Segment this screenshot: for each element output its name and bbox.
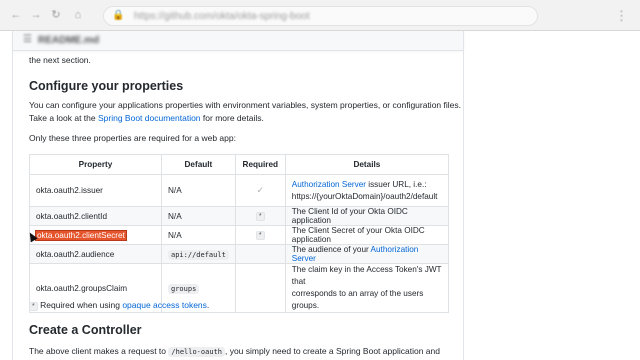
details-text-line2: corresponds to an array of the users gro… <box>291 289 424 310</box>
details-text: The audience of your <box>291 245 371 254</box>
asterisk-badge: * <box>255 212 265 221</box>
browser-toolbar: ← → ↻ ⌂ 🔒 https://github.com/okta/okta-s… <box>0 0 640 31</box>
required-cell <box>234 263 286 313</box>
asterisk-badge: * <box>255 231 265 240</box>
required-cell: ✓ <box>234 174 286 207</box>
lock-icon: 🔒 <box>112 10 125 21</box>
details-cell: The Client Secret of your Okta OIDC appl… <box>284 225 450 245</box>
selected-text[interactable]: okta.oauth2.clientSecret <box>35 229 127 241</box>
required-intro: Only these three properties are required… <box>29 133 236 143</box>
footnote: * Required when using opaque access toke… <box>29 299 209 312</box>
controller-text-2: , you simply need to create a Spring Boo… <box>224 346 440 356</box>
address-bar[interactable]: 🔒 https://github.com/okta/okta-spring-bo… <box>103 6 538 26</box>
table-header-row: Property Default Required Details <box>29 154 450 175</box>
col-details: Details <box>284 154 450 175</box>
file-header: ☰ README.md <box>12 31 464 51</box>
table-row: okta.oauth2.audience api://default The a… <box>29 244 450 264</box>
col-default: Default <box>161 154 236 175</box>
default-cell: N/A <box>161 174 236 207</box>
home-icon[interactable]: ⌂ <box>72 9 84 21</box>
footnote-text: Required when using <box>37 300 123 310</box>
properties-table: Property Default Required Details okta.o… <box>29 154 450 313</box>
property-cell: okta.oauth2.clientSecret <box>29 225 162 245</box>
config-text-3: for more details. <box>200 112 264 123</box>
details-cell: The Client Id of your Okta OIDC applicat… <box>284 206 450 226</box>
hello-oauth-code: /hello-oauth <box>168 347 225 357</box>
details-cell: Authorization Server issuer URL, i.e.: h… <box>284 174 450 207</box>
address-text: https://github.com/okta/okta-spring-boot <box>134 11 310 22</box>
table-row: okta.oauth2.issuer N/A ✓ Authorization S… <box>29 174 450 207</box>
controller-text-1: The above client makes a request to <box>29 346 169 356</box>
details-cell: The audience of your Authorization Serve… <box>284 244 450 264</box>
back-icon[interactable]: ← <box>10 9 22 21</box>
footnote-end: . <box>206 300 210 310</box>
default-cell: api://default <box>161 244 236 264</box>
opaque-tokens-link[interactable]: opaque access tokens <box>122 300 207 310</box>
details-text: The claim key in the Access Token's JWT … <box>291 265 442 286</box>
check-icon: ✓ <box>256 185 265 195</box>
list-icon[interactable]: ☰ <box>23 34 32 45</box>
details-cell: The claim key in the Access Token's JWT … <box>284 263 450 313</box>
readme-content: the next section. Configure your propert… <box>12 51 464 360</box>
property-cell: okta.oauth2.clientId <box>29 206 162 226</box>
required-cell: * <box>234 206 286 226</box>
default-cell: N/A <box>161 225 236 245</box>
table-row: okta.oauth2.clientSecret N/A * The Clien… <box>29 225 450 245</box>
details-text-line2: https://{yourOktaDomain}/oauth2/default <box>291 191 438 201</box>
config-text-1: You can configure your applications prop… <box>29 100 461 110</box>
intro-text: the next section. <box>29 55 91 65</box>
menu-icon[interactable]: ⋮ <box>615 8 628 24</box>
heading-create-controller: Create a Controller <box>29 323 142 337</box>
col-property: Property <box>29 154 162 175</box>
config-paragraph: You can configure your applications prop… <box>29 99 463 124</box>
heading-configure: Configure your properties <box>29 79 184 93</box>
forward-icon[interactable]: → <box>30 9 42 21</box>
controller-paragraph: The above client makes a request to /hel… <box>29 345 440 359</box>
authorization-server-link[interactable]: Authorization Server <box>292 180 366 189</box>
default-code: groups <box>168 283 200 294</box>
col-required: Required <box>234 154 286 175</box>
spring-boot-docs-link[interactable]: Spring Boot documentation <box>98 113 201 123</box>
config-text-2: Take a look at the <box>29 112 98 123</box>
default-code: api://default <box>168 249 229 260</box>
required-cell <box>234 244 286 264</box>
reload-icon[interactable]: ↻ <box>50 9 62 21</box>
property-cell: okta.oauth2.issuer <box>29 174 162 207</box>
table-row: okta.oauth2.clientId N/A * The Client Id… <box>29 206 450 226</box>
required-cell: * <box>234 225 286 245</box>
property-cell: okta.oauth2.audience <box>29 244 162 264</box>
details-text: issuer URL, i.e.: <box>365 179 427 189</box>
file-title: README.md <box>38 35 100 46</box>
asterisk-badge: * <box>29 302 38 311</box>
default-cell: N/A <box>161 206 236 226</box>
